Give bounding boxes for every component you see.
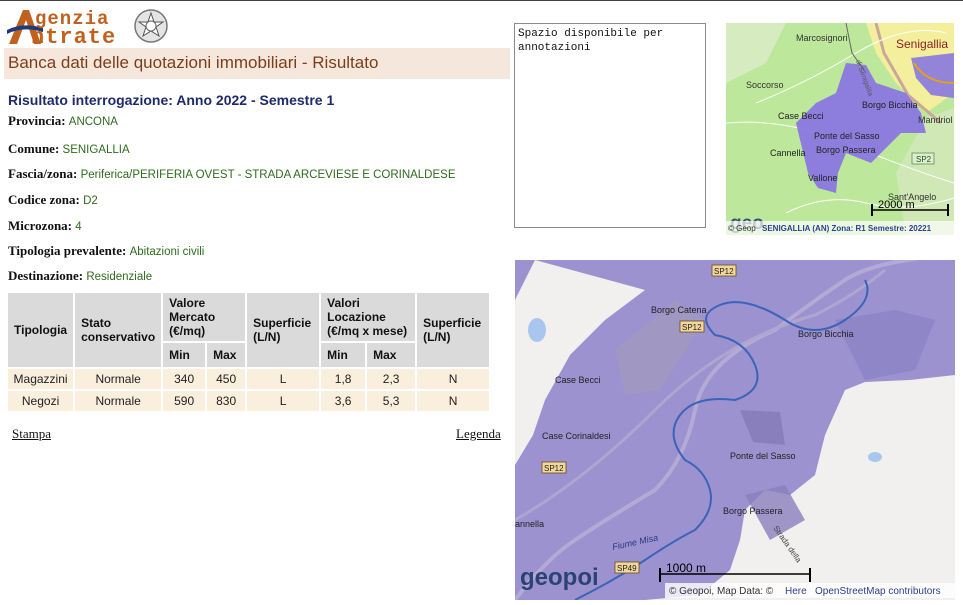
header-superficie-2: Superficie (L/N) [417, 293, 490, 367]
notes-textarea[interactable]: Spazio disponibile per annotazioni [514, 23, 706, 228]
header-valore-min: Min [163, 343, 206, 367]
cell-superficie: L [247, 369, 320, 389]
page-title-bar: Banca dati delle quotazioni immobiliari … [4, 48, 510, 79]
field-microzona-value: 4 [75, 221, 82, 233]
field-fascia: Fascia/zona: Periferica/PERIFERIA OVEST … [8, 166, 456, 181]
map-label: Mandriol [918, 115, 953, 125]
cell-tipologia: Negozi [8, 391, 74, 411]
cell-locazione-max: 5,3 [367, 391, 416, 411]
field-microzona: Microzona: 4 [8, 218, 82, 233]
map-label: Cannella [770, 148, 806, 158]
overview-map[interactable]: Marcosignori Soccorso Senigallia Borgo B… [726, 23, 954, 235]
geopoi-watermark: geopoi [520, 564, 599, 591]
field-comune: Comune: SENIGALLIA [8, 141, 130, 156]
road-badge: SP12 [714, 267, 734, 276]
logo-line2: ntrate [31, 25, 117, 50]
cell-valore-min: 340 [163, 369, 206, 389]
header-locazione-min: Min [321, 343, 366, 367]
field-destinazione: Destinazione: Residenziale [8, 268, 153, 283]
field-comune-value: SENIGALLIA [62, 144, 130, 156]
header-stato: Stato conservativo [75, 293, 162, 367]
map-label: Ponte del Sasso [814, 131, 880, 141]
map-scale-label: 1000 m [666, 561, 706, 575]
map-label: Borgo Bicchia [862, 100, 918, 110]
stampa-link[interactable]: Stampa [12, 426, 51, 442]
field-destinazione-value: Residenziale [86, 271, 153, 283]
cell-valore-max: 450 [207, 369, 246, 389]
cell-locazione-max: 2,3 [367, 369, 416, 389]
map-copyright: © Geopoi, Map Data: © [669, 586, 774, 597]
header-tipologia: Tipologia [8, 293, 74, 367]
cell-superficie-2: N [417, 391, 490, 411]
map-copyright-osm-link[interactable]: OpenStreetMap contributors [815, 586, 941, 597]
header-valore-max: Max [207, 343, 246, 367]
map-label: Case Becci [778, 111, 824, 121]
map-label: Marcosignori [796, 33, 848, 43]
cell-locazione-min: 1,8 [321, 369, 366, 389]
field-fascia-value: Periferica/PERIFERIA OVEST - STRADA ARCE… [80, 169, 456, 181]
field-tipologia: Tipologia prevalente: Abitazioni civili [8, 243, 205, 258]
header-locazione-max: Max [367, 343, 416, 367]
italian-emblem-icon [134, 9, 168, 43]
header-superficie: Superficie (L/N) [247, 293, 320, 367]
map-label: Borgo Catena [651, 305, 707, 315]
map-label: Borgo Passera [723, 506, 783, 516]
field-codice-zona-value: D2 [83, 195, 98, 207]
cell-stato: Normale [75, 391, 162, 411]
map-label: Ponte del Sasso [730, 451, 796, 461]
agenzia-entrate-logo[interactable]: genzia ntrate [5, 4, 170, 50]
cell-valore-max: 830 [207, 391, 246, 411]
detail-map[interactable]: Borgo Catena Borgo Bicchia Case Becci Ca… [515, 260, 955, 600]
field-provincia: Provincia: ANCONA [8, 113, 118, 128]
cell-tipologia: Magazzini [8, 369, 74, 389]
cell-locazione-min: 3,6 [321, 391, 366, 411]
road-badge: SP12 [682, 323, 702, 332]
map-label: Case Corinaldesi [542, 431, 611, 441]
map-label: Vallone [808, 173, 837, 183]
cell-superficie-2: N [417, 369, 490, 389]
map-label: Borgo Bicchia [798, 329, 854, 339]
map-label: Case Becci [555, 375, 601, 385]
header-valore-mercato: Valore Mercato (€/mq) [163, 293, 246, 341]
map-label-city: Senigallia [896, 37, 948, 51]
cell-stato: Normale [75, 369, 162, 389]
cell-superficie: L [247, 391, 320, 411]
field-tipologia-value: Abitazioni civili [129, 246, 205, 258]
table-row: Magazzini Normale 340 450 L 1,8 2,3 N [8, 369, 490, 389]
page-title: Banca dati delle quotazioni immobiliari … [8, 53, 379, 72]
table-row: Negozi Normale 590 830 L 3,6 5,3 N [8, 391, 490, 411]
quotazioni-table: Tipologia Stato conservativo Valore Merc… [6, 291, 491, 413]
map-label: annella [515, 519, 544, 529]
field-codice-zona: Codice zona: D2 [8, 192, 98, 207]
road-badge: SP12 [544, 464, 564, 473]
cell-valore-min: 590 [163, 391, 206, 411]
top-border [0, 0, 963, 1]
map-caption: SENIGALLIA (AN) Zona: R1 Semestre: 20221 [762, 224, 932, 233]
road-badge: SP2 [916, 155, 932, 164]
road-badge: SP49 [617, 564, 637, 573]
map-label: Soccorso [746, 80, 784, 90]
map-copyright-here-link[interactable]: Here [785, 586, 807, 597]
map-label: Borgo Passera [816, 145, 876, 155]
legenda-link[interactable]: Legenda [456, 426, 501, 442]
map-scale-label: 2000 m [878, 199, 915, 211]
map-copyright-small: © Geop [728, 224, 756, 233]
header-valori-locazione: Valori Locazione (€/mq x mese) [321, 293, 416, 341]
result-title: Risultato interrogazione: Anno 2022 - Se… [8, 92, 335, 108]
field-provincia-value: ANCONA [68, 116, 118, 128]
